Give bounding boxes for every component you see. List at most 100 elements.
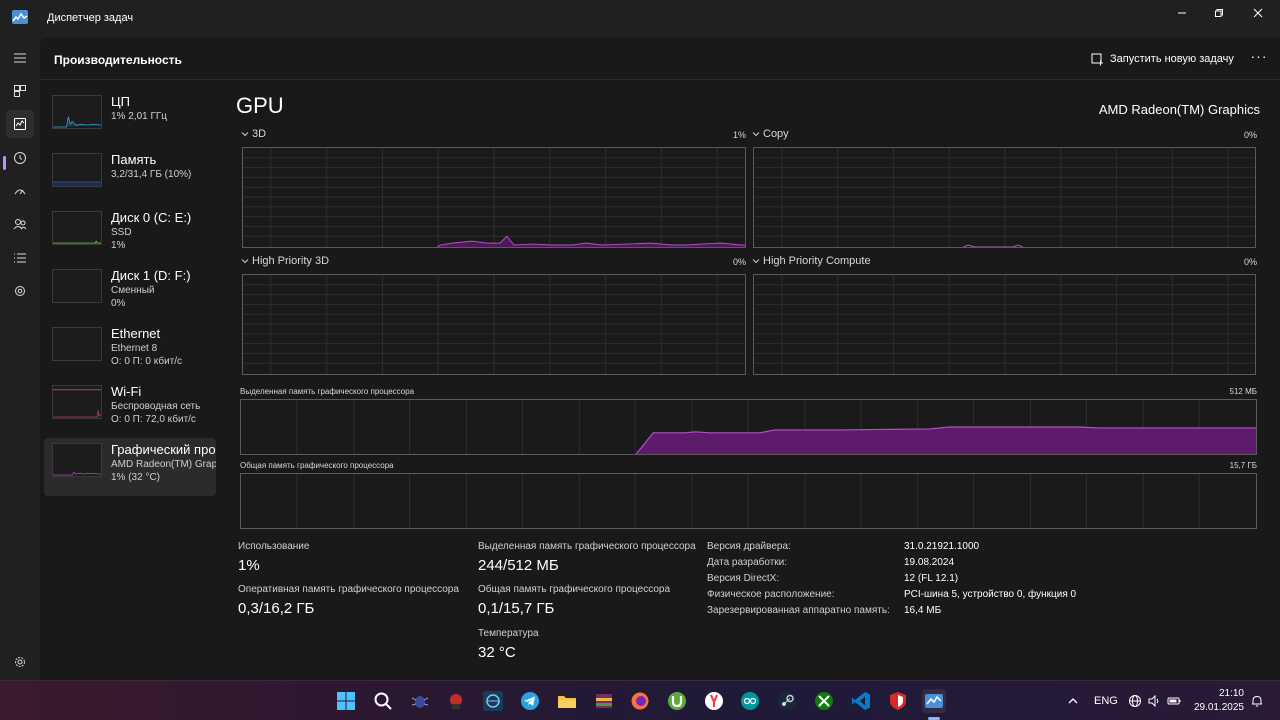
dedicated-memory-graph-label: Выделенная память графического процессор…	[240, 387, 415, 396]
gpu-ram-label: Оперативная память графического процессо…	[238, 584, 459, 595]
clock-date[interactable]: 29.01.2025	[1186, 702, 1244, 713]
run-new-task-button[interactable]: Запустить новую задачу	[1091, 50, 1234, 68]
telegram-icon[interactable]	[518, 689, 542, 713]
more-options-button[interactable]: ···	[1248, 49, 1270, 66]
task-manager-taskbar-icon[interactable]	[922, 689, 946, 713]
main-panel: Производительность Запустить новую задач…	[40, 38, 1280, 680]
globe-app-icon[interactable]	[481, 689, 505, 713]
startup-apps-icon[interactable]	[6, 177, 34, 205]
xbox-icon[interactable]	[812, 689, 836, 713]
device-item-gpu[interactable]: Графический процессор 0 AMD Radeon(TM) G…	[44, 438, 216, 496]
wifi-thumbnail-graph	[52, 385, 102, 419]
vscode-icon[interactable]	[849, 689, 873, 713]
settings-gear-icon[interactable]	[6, 648, 34, 676]
window-title: Диспетчер задач	[47, 12, 134, 24]
app-history-icon[interactable]	[6, 144, 34, 172]
engine-graph-copy	[753, 147, 1256, 248]
minimize-button[interactable]	[1168, 4, 1196, 22]
device-name: Wi-Fi	[111, 384, 142, 399]
device-item-disk0[interactable]: Диск 0 (C: E:) SSD 1%	[44, 206, 216, 264]
engine-percent: 0%	[1243, 257, 1257, 267]
device-name: ЦП	[111, 94, 130, 109]
shared-memory-max: 15,7 ГБ	[1229, 461, 1257, 470]
physical-location-key: Физическое расположение:	[707, 589, 835, 600]
chevron-down-icon	[241, 259, 249, 264]
file-explorer-icon[interactable]	[555, 689, 579, 713]
volume-icon[interactable]	[1147, 694, 1161, 708]
device-name: Диск 0 (C: E:)	[111, 210, 192, 225]
menu-hamburger-icon[interactable]	[6, 44, 34, 72]
yandex-browser-icon[interactable]	[702, 689, 726, 713]
usage-label: Использование	[238, 541, 310, 552]
directx-version-value: 12 (FL 12.1)	[904, 573, 959, 584]
battery-icon[interactable]	[1167, 694, 1181, 708]
close-button[interactable]	[1244, 4, 1272, 22]
usage-value: 1%	[238, 557, 260, 574]
restore-button[interactable]	[1205, 4, 1233, 22]
utorrent-icon[interactable]	[665, 689, 689, 713]
gpu-title: GPU	[236, 93, 284, 118]
engine-label: Copy	[763, 128, 789, 140]
driver-date-value: 19.08.2024	[904, 557, 955, 568]
driver-date-key: Дата разработки:	[707, 557, 788, 568]
engine-selector-hpcompute[interactable]: High Priority Compute	[752, 255, 871, 267]
reserved-memory-key: Зарезервированная аппаратно память:	[707, 605, 890, 616]
start-icon[interactable]	[334, 689, 358, 713]
temperature-value: 32 °C	[478, 644, 516, 661]
engine-percent: 0%	[732, 257, 746, 267]
device-list: ЦП 1% 2,01 ГГц Память 3,2/31,4 ГБ (10%) …	[44, 90, 216, 496]
physical-location-value: PCI-шина 5, устройство 0, функция 0	[904, 589, 1077, 600]
nav-rail	[0, 38, 40, 680]
device-item-ethernet[interactable]: Ethernet Ethernet 8 О: 0 П: 0 кбит/с	[44, 322, 216, 380]
notification-bell-icon[interactable]	[1250, 694, 1264, 708]
reserved-memory-value: 16,4 МБ	[904, 605, 942, 616]
page-header: Производительность Запустить новую задач…	[40, 38, 1280, 80]
red-orb-app-icon[interactable]	[444, 689, 468, 713]
clock-time[interactable]: 21:10	[1196, 688, 1244, 699]
device-detail: О: 0 П: 72,0 кбит/с	[111, 414, 196, 425]
shared-memory-graph	[240, 473, 1257, 529]
temperature-label: Температура	[478, 628, 539, 639]
ethernet-thumbnail-graph	[52, 327, 102, 361]
engine-label: High Priority 3D	[252, 255, 330, 267]
arduino-icon[interactable]	[738, 689, 762, 713]
device-detail: О: 0 П: 0 кбит/с	[111, 356, 183, 367]
device-name: Память	[111, 152, 157, 167]
gpu-model-name: AMD Radeon(TM) Graphics	[1098, 102, 1260, 117]
details-icon[interactable]	[6, 244, 34, 272]
network-globe-icon[interactable]	[1128, 694, 1142, 708]
device-item-cpu[interactable]: ЦП 1% 2,01 ГГц	[44, 90, 216, 148]
engine-selector-hp3d[interactable]: High Priority 3D	[241, 255, 329, 267]
engine-selector-copy[interactable]: Copy	[752, 128, 789, 140]
driver-version-value: 31.0.21921.1000	[904, 541, 980, 552]
run-task-icon	[1091, 53, 1103, 65]
shared-memory-stat-label: Общая память графического процессора	[478, 584, 671, 595]
bug-app-icon[interactable]	[408, 689, 432, 713]
device-detail: Ethernet 8	[111, 343, 158, 354]
tray-chevron-up-icon[interactable]	[1066, 694, 1080, 708]
dedicated-memory-stat-label: Выделенная память графического процессор…	[478, 541, 696, 552]
winrar-icon[interactable]	[592, 689, 616, 713]
engine-graph-hp3d	[242, 274, 746, 375]
device-name: Ethernet	[111, 326, 161, 341]
firefox-icon[interactable]	[628, 689, 652, 713]
input-language-indicator[interactable]: ENG	[1094, 695, 1118, 707]
device-detail: Сменный	[111, 285, 155, 296]
disk0-thumbnail-graph	[52, 211, 102, 245]
services-icon[interactable]	[6, 277, 34, 305]
device-item-disk1[interactable]: Диск 1 (D: F:) Сменный 0%	[44, 264, 216, 322]
engine-selector-3d[interactable]: 3D	[241, 128, 266, 140]
users-icon[interactable]	[6, 210, 34, 238]
taskbar: ENG 21:10 29.01.2025	[0, 680, 1280, 720]
device-item-memory[interactable]: Память 3,2/31,4 ГБ (10%)	[44, 148, 216, 206]
device-item-wifi[interactable]: Wi-Fi Беспроводная сеть О: 0 П: 72,0 кби…	[44, 380, 216, 438]
search-icon[interactable]	[371, 689, 395, 713]
performance-icon[interactable]	[6, 110, 34, 138]
chevron-down-icon	[752, 259, 760, 264]
chevron-down-icon	[752, 132, 760, 137]
shield-app-icon[interactable]	[886, 689, 910, 713]
run-task-label: Запустить новую задачу	[1110, 53, 1234, 65]
memory-thumbnail-graph	[52, 153, 102, 187]
steam-icon[interactable]	[775, 689, 799, 713]
processes-icon[interactable]	[6, 77, 34, 105]
